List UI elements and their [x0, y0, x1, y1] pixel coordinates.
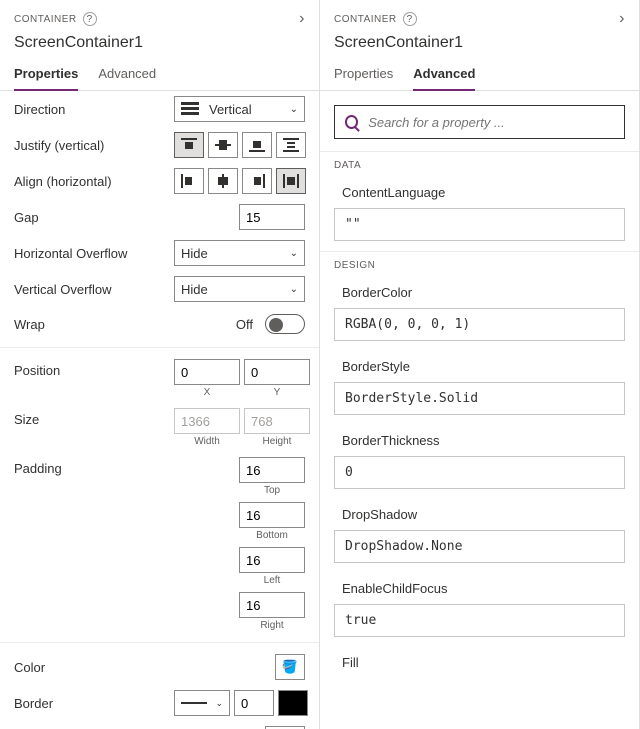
- border-color-picker[interactable]: [278, 690, 308, 716]
- property-search-input[interactable]: [366, 114, 614, 131]
- size-width-input[interactable]: [174, 408, 240, 434]
- label-color: Color: [14, 660, 174, 675]
- control-type: CONTAINER: [14, 14, 77, 25]
- control-name: ScreenContainer1: [14, 34, 305, 52]
- label-align: Align (horizontal): [14, 174, 174, 189]
- color-picker[interactable]: 🪣: [275, 654, 305, 680]
- padding-left-input[interactable]: [239, 547, 305, 573]
- chevron-right-icon[interactable]: ›: [619, 10, 625, 28]
- section-data: DATA: [320, 151, 639, 177]
- align-center-button[interactable]: [208, 168, 238, 194]
- prop-dropshadow-value[interactable]: DropShadow.None: [334, 530, 625, 563]
- prop-contentlanguage-name: ContentLanguage: [320, 177, 639, 204]
- prop-borderstyle-name: BorderStyle: [320, 351, 639, 378]
- advanced-content: DATA ContentLanguage "" DESIGN BorderCol…: [320, 91, 639, 729]
- chevron-right-icon[interactable]: ›: [299, 10, 305, 28]
- justify-start-button[interactable]: [174, 132, 204, 158]
- tab-properties[interactable]: Properties: [334, 66, 393, 90]
- label-hoverflow: Horizontal Overflow: [14, 246, 174, 261]
- wrap-toggle[interactable]: [265, 314, 305, 334]
- paint-bucket-icon: 🪣: [282, 659, 298, 675]
- help-icon[interactable]: ?: [403, 12, 417, 26]
- control-type: CONTAINER: [334, 14, 397, 25]
- gap-input[interactable]: [239, 204, 305, 230]
- label-position: Position: [14, 359, 174, 378]
- prop-borderstyle-value[interactable]: BorderStyle.Solid: [334, 382, 625, 415]
- justify-center-button[interactable]: [208, 132, 238, 158]
- position-x-input[interactable]: [174, 359, 240, 385]
- prop-fill-name: Fill: [320, 647, 639, 674]
- padding-bottom-input[interactable]: [239, 502, 305, 528]
- prop-borderthickness-value[interactable]: 0: [334, 456, 625, 489]
- chevron-down-icon: ⌄: [290, 104, 298, 115]
- label-wrap: Wrap: [14, 317, 174, 332]
- justify-end-button[interactable]: [242, 132, 272, 158]
- prop-borderthickness-name: BorderThickness: [320, 425, 639, 452]
- align-end-button[interactable]: [242, 168, 272, 194]
- prop-enablechildfocus-value[interactable]: true: [334, 604, 625, 637]
- label-padding: Padding: [14, 457, 174, 476]
- direction-vertical-icon: [181, 102, 199, 116]
- prop-enablechildfocus-name: EnableChildFocus: [320, 573, 639, 600]
- tab-advanced[interactable]: Advanced: [98, 66, 156, 90]
- search-icon: [345, 115, 358, 129]
- label-voverflow: Vertical Overflow: [14, 282, 174, 297]
- padding-right-input[interactable]: [239, 592, 305, 618]
- prop-bordercolor-value[interactable]: RGBA(0, 0, 0, 1): [334, 308, 625, 341]
- help-icon[interactable]: ?: [83, 12, 97, 26]
- label-justify: Justify (vertical): [14, 138, 174, 153]
- properties-content: Direction Vertical ⌄ Justify (vertical): [0, 91, 319, 729]
- prop-bordercolor-name: BorderColor: [320, 277, 639, 304]
- properties-panel: CONTAINER ? › ScreenContainer1 Propertie…: [0, 0, 320, 729]
- tab-advanced[interactable]: Advanced: [413, 66, 475, 91]
- section-design: DESIGN: [320, 251, 639, 277]
- wrap-state: Off: [236, 317, 253, 332]
- property-search[interactable]: [334, 105, 625, 139]
- tab-properties[interactable]: Properties: [14, 66, 78, 91]
- align-start-button[interactable]: [174, 168, 204, 194]
- label-gap: Gap: [14, 210, 174, 225]
- padding-top-input[interactable]: [239, 457, 305, 483]
- label-border: Border: [14, 696, 174, 711]
- hoverflow-select[interactable]: Hide⌄: [174, 240, 305, 266]
- prop-contentlanguage-value[interactable]: "": [334, 208, 625, 241]
- align-stretch-button[interactable]: [276, 168, 306, 194]
- direction-select[interactable]: Vertical ⌄: [174, 96, 305, 122]
- control-name: ScreenContainer1: [334, 34, 625, 52]
- label-size: Size: [14, 408, 174, 427]
- border-thickness-input[interactable]: [234, 690, 274, 716]
- prop-dropshadow-name: DropShadow: [320, 499, 639, 526]
- justify-space-between-button[interactable]: [276, 132, 306, 158]
- label-direction: Direction: [14, 102, 174, 117]
- advanced-panel: CONTAINER ? › ScreenContainer1 Propertie…: [320, 0, 640, 729]
- border-style-select[interactable]: ⌄: [174, 690, 230, 716]
- position-y-input[interactable]: [244, 359, 310, 385]
- size-height-input[interactable]: [244, 408, 310, 434]
- voverflow-select[interactable]: Hide⌄: [174, 276, 305, 302]
